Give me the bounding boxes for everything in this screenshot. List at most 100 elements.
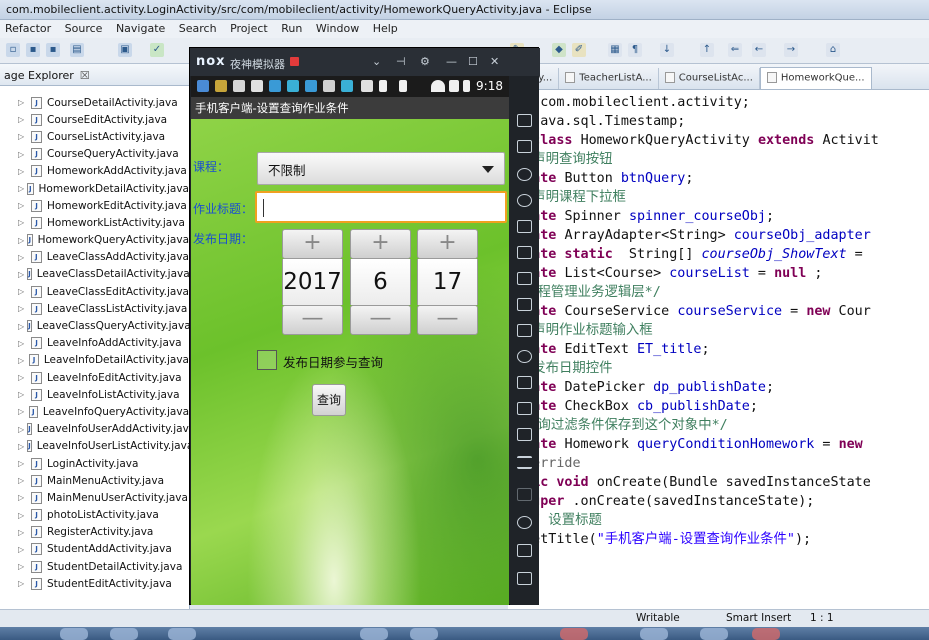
tree-item[interactable]: ▷ J StudentDetailActivity.java [0, 558, 189, 575]
message-icon[interactable] [517, 246, 532, 259]
tree-item[interactable]: ▷ J LeaveClassDetailActivity.java [0, 266, 189, 283]
screen-icon[interactable] [517, 220, 532, 233]
tree-item[interactable]: ▷ J LeaveClassListActivity.java [0, 300, 189, 317]
month-decrement-button[interactable]: — [350, 305, 411, 335]
expand-arrow-icon[interactable]: ▷ [18, 150, 28, 159]
scissors-icon[interactable] [517, 168, 532, 181]
expand-arrow-icon[interactable]: ▷ [18, 442, 24, 451]
expand-arrow-icon[interactable]: ▷ [18, 407, 26, 416]
tree-item[interactable]: ▷ J HomeworkAddActivity.java [0, 163, 189, 180]
day-value[interactable]: 17 [417, 259, 478, 305]
publish-date-checkbox-label[interactable]: 发布日期参与查询 [283, 352, 383, 371]
editor-tab-active[interactable]: HomeworkQue... [759, 67, 872, 89]
expand-arrow-icon[interactable]: ▷ [18, 287, 28, 296]
year-value[interactable]: 2017 [282, 259, 343, 305]
back-icon[interactable] [517, 516, 532, 529]
checkbox-tool-icon[interactable]: ✓ [150, 43, 164, 57]
course-spinner[interactable]: 不限制 [257, 152, 505, 185]
save-all-icon[interactable]: ▪ [46, 43, 60, 57]
open-type-icon[interactable]: ▣ [118, 43, 132, 57]
expand-arrow-icon[interactable]: ▷ [18, 339, 28, 348]
taskbar-app-icon[interactable] [168, 628, 196, 640]
tree-item[interactable]: ▷ J LoginActivity.java [0, 455, 189, 472]
tree-item[interactable]: ▷ J StudentAddActivity.java [0, 541, 189, 558]
briefcase-icon[interactable] [517, 428, 532, 441]
back-icon[interactable]: ← [752, 43, 766, 57]
menu-source[interactable]: Source [60, 22, 108, 35]
tree-item[interactable]: ▷ J CourseQueryActivity.java [0, 146, 189, 163]
print-icon[interactable]: ▤ [70, 43, 84, 57]
pin-icon[interactable]: ◆ [552, 43, 566, 57]
tree-item[interactable]: ▷ J LeaveInfoUserListActivity.java [0, 438, 189, 455]
tree-item[interactable]: ▷ J HomeworkQueryActivity.java [0, 232, 189, 249]
apk-icon[interactable] [517, 324, 532, 337]
menu-run[interactable]: Run [276, 22, 307, 35]
expand-arrow-icon[interactable]: ▷ [18, 562, 28, 571]
tree-item[interactable]: ▷ JphotoListActivity.java [0, 507, 189, 524]
expand-arrow-icon[interactable]: ▷ [18, 390, 28, 399]
next-annotation-icon[interactable]: ↓ [660, 43, 674, 57]
taskbar-app-icon[interactable] [560, 628, 588, 640]
menu-search[interactable]: Search [174, 22, 222, 35]
code-editor[interactable]: age com.mobileclient.activity; rt java.sq… [508, 90, 929, 609]
expand-arrow-icon[interactable]: ▷ [18, 511, 28, 520]
volume-up-icon[interactable] [517, 272, 532, 285]
taskbar-app-icon[interactable] [60, 628, 88, 640]
minimize-icon[interactable]: — [446, 55, 457, 68]
expand-arrow-icon[interactable]: ▷ [18, 459, 28, 468]
tree-item[interactable]: ▷ J LeaveClassQueryActivity.java [0, 317, 189, 334]
month-increment-button[interactable]: + [350, 229, 411, 259]
expand-arrow-icon[interactable]: ▷ [18, 236, 24, 245]
tree-item[interactable]: ▷ J MainMenuUserActivity.java [0, 489, 189, 506]
menu-help[interactable]: Help [368, 22, 403, 35]
tree-item[interactable]: ▷ J MainMenuActivity.java [0, 472, 189, 489]
multi-window-icon[interactable] [517, 402, 532, 415]
expand-arrow-icon[interactable]: ▷ [18, 115, 28, 124]
expand-arrow-icon[interactable]: ▷ [18, 579, 28, 588]
shake-icon[interactable] [517, 350, 532, 363]
tree-item[interactable]: ▷ J CourseDetailActivity.java [0, 94, 189, 111]
expand-arrow-icon[interactable]: ▷ [18, 167, 28, 176]
gear-icon[interactable]: ⚙ [420, 55, 430, 68]
recent-apps-icon[interactable] [517, 572, 532, 585]
expand-arrow-icon[interactable]: ▷ [18, 356, 26, 365]
expand-arrow-icon[interactable]: ▷ [18, 218, 28, 227]
tree-item[interactable]: ▷ J HomeworkListActivity.java [0, 214, 189, 231]
highlight-icon[interactable]: ✐ [572, 43, 586, 57]
expand-arrow-icon[interactable]: ▷ [18, 132, 28, 141]
phone-icon[interactable] [517, 114, 532, 127]
prev-annotation-icon[interactable]: ↑ [700, 43, 714, 57]
month-value[interactable]: 6 [350, 259, 411, 305]
tree-item[interactable]: ▷ J LeaveInfoUserAddActivity.java [0, 421, 189, 438]
editor-tab[interactable]: TeacherListA... [559, 68, 659, 89]
query-button[interactable]: 查询 [312, 384, 346, 416]
show-whitespace-icon[interactable]: ¶ [628, 43, 642, 57]
record-icon[interactable] [290, 57, 299, 66]
last-edit-icon[interactable]: ⇐ [728, 43, 742, 57]
keyboard-icon[interactable] [517, 140, 532, 153]
tree-item[interactable]: ▷ J LeaveClassAddActivity.java [0, 249, 189, 266]
record-screen-icon[interactable] [517, 376, 532, 389]
tree-item[interactable]: ▷ J LeaveInfoEditActivity.java [0, 369, 189, 386]
expand-arrow-icon[interactable]: ▷ [18, 545, 28, 554]
tree-item[interactable]: ▷ J CourseListActivity.java [0, 128, 189, 145]
expand-arrow-icon[interactable]: ▷ [18, 373, 28, 382]
new-icon[interactable]: ▫ [6, 43, 20, 57]
pin-icon[interactable]: ⊣ [396, 55, 406, 68]
location-icon[interactable] [517, 194, 532, 207]
tree-item[interactable]: ▷ J CourseEditActivity.java [0, 111, 189, 128]
publish-date-checkbox[interactable] [257, 350, 277, 370]
tree-item[interactable]: ▷ J RegisterActivity.java [0, 524, 189, 541]
chevron-down-icon[interactable]: ⌄ [372, 55, 381, 68]
menu-refactor[interactable]: Refactor [0, 22, 56, 35]
tree-item[interactable]: ▷ J LeaveInfoAddActivity.java [0, 335, 189, 352]
tree-item[interactable]: ▷ J LeaveInfoDetailActivity.java [0, 352, 189, 369]
close-icon[interactable]: ✕ [490, 55, 499, 68]
expand-arrow-icon[interactable]: ▷ [18, 184, 24, 193]
expand-arrow-icon[interactable]: ▷ [18, 98, 28, 107]
maximize-icon[interactable]: ☐ [468, 55, 478, 68]
editor-tab[interactable]: CourseListAc... [659, 68, 760, 89]
tree-item[interactable]: ▷ J LeaveInfoListActivity.java [0, 386, 189, 403]
package-explorer-tab[interactable]: age Explorer ☒ [0, 64, 189, 86]
tree-item[interactable]: ▷ J LeaveClassEditActivity.java [0, 283, 189, 300]
